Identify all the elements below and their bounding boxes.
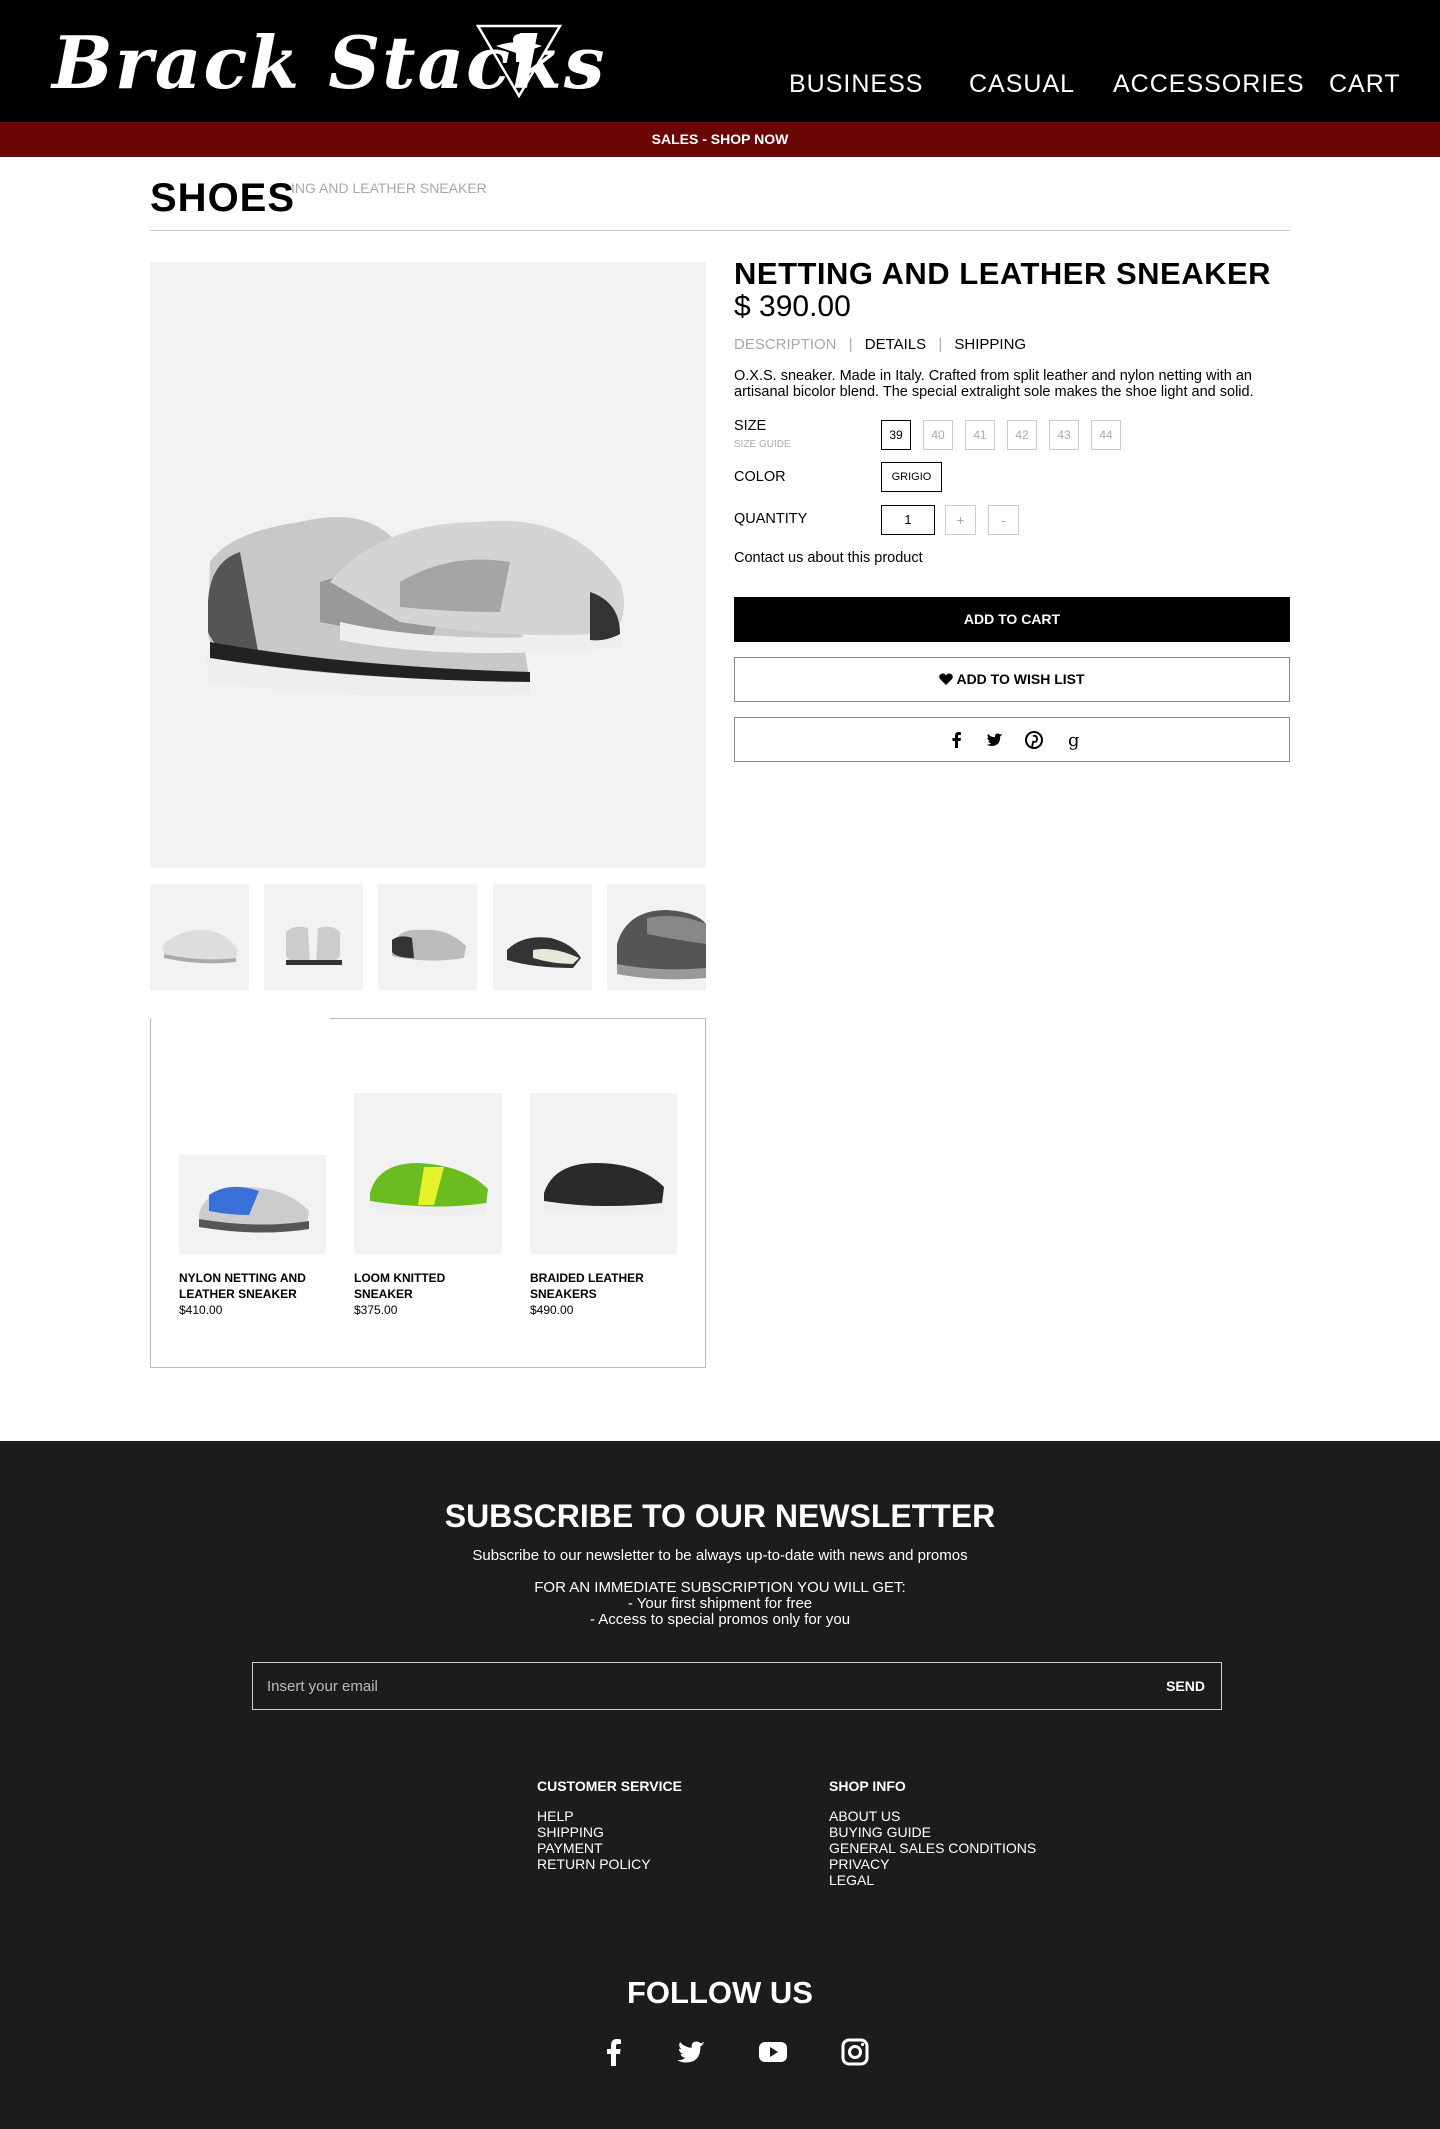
benefit-item: - Access to special promos only for you bbox=[589, 1611, 851, 1628]
related-product-name[interactable]: NYLON NETTING AND LEATHER SNEAKER bbox=[179, 1270, 326, 1302]
related-product-image[interactable] bbox=[530, 1093, 677, 1254]
newsletter-subtitle: Subscribe to our newsletter to be always… bbox=[472, 1547, 968, 1564]
related-product-image[interactable] bbox=[179, 1155, 326, 1254]
product-thumbnail[interactable] bbox=[150, 884, 249, 990]
heart-icon bbox=[939, 673, 954, 685]
category-title[interactable]: SHOES bbox=[150, 176, 295, 221]
email-placeholder[interactable]: Insert your email bbox=[267, 1678, 378, 1695]
tab-shipping[interactable]: SHIPPING bbox=[954, 336, 1026, 353]
facebook-icon[interactable] bbox=[947, 730, 967, 750]
contact-link[interactable]: Contact us about this product bbox=[734, 550, 923, 566]
product-thumbnail[interactable] bbox=[607, 884, 706, 990]
footer-link-payment[interactable]: PAYMENT bbox=[537, 1840, 603, 1856]
related-product-name[interactable]: LOOM KNITTED SNEAKER bbox=[354, 1270, 502, 1302]
newsletter-email-field[interactable]: Insert your email SEND bbox=[252, 1662, 1222, 1710]
related-product-price: $490.00 bbox=[530, 1303, 574, 1317]
nav-business[interactable]: BUSINESS bbox=[789, 70, 923, 99]
nav-casual[interactable]: CASUAL bbox=[969, 70, 1075, 99]
site-header: Brack Stacks BUSINESS CASUAL ACCESSORIES… bbox=[0, 0, 1440, 122]
size-guide-link[interactable]: SIZE GUIDE bbox=[734, 439, 791, 450]
tab-details[interactable]: DETAILS bbox=[865, 336, 926, 353]
twitter-icon[interactable] bbox=[985, 730, 1005, 750]
youtube-icon[interactable] bbox=[757, 2036, 789, 2068]
site-footer bbox=[0, 1441, 1440, 2129]
related-product-price: $375.00 bbox=[354, 1303, 398, 1317]
quantity-label: QUANTITY bbox=[734, 511, 808, 527]
related-panel-border bbox=[330, 1018, 706, 1019]
color-label: COLOR bbox=[734, 469, 786, 485]
divider bbox=[150, 230, 1290, 231]
pinterest-icon[interactable] bbox=[1024, 730, 1044, 750]
size-label: SIZE bbox=[734, 418, 767, 434]
product-thumbnail[interactable] bbox=[493, 884, 592, 990]
nav-cart[interactable]: CART bbox=[1329, 70, 1401, 99]
tab-separator: | bbox=[938, 336, 943, 353]
footer-link-legal[interactable]: LEGAL bbox=[829, 1872, 874, 1888]
newsletter-title: SUBSCRIBE TO OUR NEWSLETTER bbox=[444, 1498, 996, 1534]
benefits-title: FOR AN IMMEDIATE SUBSCRIPTION YOU WILL G… bbox=[534, 1579, 906, 1596]
tab-description[interactable]: DESCRIPTION bbox=[734, 336, 837, 353]
footer-link-about-us[interactable]: ABOUT US bbox=[829, 1808, 900, 1824]
promo-bar[interactable]: SALES - SHOP NOW bbox=[0, 122, 1440, 157]
size-option-41[interactable]: 41 bbox=[965, 420, 995, 450]
logo-emblem-icon bbox=[476, 24, 562, 98]
facebook-icon[interactable] bbox=[598, 2036, 630, 2068]
footer-link-buying-guide[interactable]: BUYING GUIDE bbox=[829, 1824, 931, 1840]
product-main-image[interactable] bbox=[150, 262, 706, 868]
shop-info-title: SHOP INFO bbox=[829, 1778, 906, 1794]
send-button[interactable]: SEND bbox=[1166, 1678, 1205, 1694]
product-tabs: DESCRIPTION | DETAILS | SHIPPING bbox=[734, 336, 1034, 353]
quantity-plus-button[interactable]: + bbox=[945, 505, 976, 535]
related-product-name[interactable]: BRAIDED LEATHER SNEAKERS bbox=[530, 1270, 677, 1302]
share-bar: g bbox=[734, 717, 1290, 762]
nav-accessories[interactable]: ACCESSORIES bbox=[1113, 70, 1305, 99]
footer-link-sales-conditions[interactable]: GENERAL SALES CONDITIONS bbox=[829, 1840, 1036, 1856]
google-plus-icon[interactable]: g bbox=[1063, 730, 1083, 750]
size-option-44[interactable]: 44 bbox=[1091, 420, 1121, 450]
wish-list-label: ADD TO WISH LIST bbox=[956, 671, 1085, 687]
footer-link-help[interactable]: HELP bbox=[537, 1808, 574, 1824]
footer-link-privacy[interactable]: PRIVACY bbox=[829, 1856, 889, 1872]
related-product-price: $410.00 bbox=[179, 1303, 223, 1317]
breadcrumb-product: ING AND LEATHER SNEAKER bbox=[291, 180, 487, 196]
product-description: O.X.S. sneaker. Made in Italy. Crafted f… bbox=[734, 368, 1254, 400]
benefit-item: - Your first shipment for free bbox=[627, 1595, 813, 1612]
footer-link-shipping[interactable]: SHIPPING bbox=[537, 1824, 604, 1840]
add-to-wishlist-button[interactable]: ADD TO WISH LIST bbox=[734, 657, 1290, 702]
product-title: NETTING AND LEATHER SNEAKER bbox=[734, 256, 1272, 291]
product-price: $ 390.00 bbox=[734, 290, 851, 323]
size-option-43[interactable]: 43 bbox=[1049, 420, 1079, 450]
customer-service-title: CUSTOMER SERVICE bbox=[537, 1778, 682, 1794]
quantity-minus-button[interactable]: - bbox=[988, 505, 1019, 535]
size-option-40[interactable]: 40 bbox=[923, 420, 953, 450]
tab-separator: | bbox=[848, 336, 853, 353]
color-option[interactable]: GRIGIO bbox=[881, 462, 942, 492]
sneaker-image bbox=[205, 517, 624, 697]
related-product-image[interactable] bbox=[354, 1093, 502, 1254]
product-thumbnail[interactable] bbox=[378, 884, 477, 990]
svg-text:g: g bbox=[1068, 730, 1080, 750]
product-thumbnail[interactable] bbox=[264, 884, 363, 990]
newsletter-benefits: FOR AN IMMEDIATE SUBSCRIPTION YOU WILL G… bbox=[0, 1580, 1440, 1628]
quantity-input[interactable]: 1 bbox=[881, 505, 935, 535]
instagram-icon[interactable] bbox=[839, 2036, 871, 2068]
twitter-icon[interactable] bbox=[675, 2036, 707, 2068]
add-to-cart-button[interactable]: ADD TO CART bbox=[734, 597, 1290, 642]
size-option-39[interactable]: 39 bbox=[881, 420, 911, 450]
size-option-42[interactable]: 42 bbox=[1007, 420, 1037, 450]
follow-us-title: FOLLOW US bbox=[627, 1975, 813, 2010]
footer-link-return-policy[interactable]: RETURN POLICY bbox=[537, 1856, 651, 1872]
